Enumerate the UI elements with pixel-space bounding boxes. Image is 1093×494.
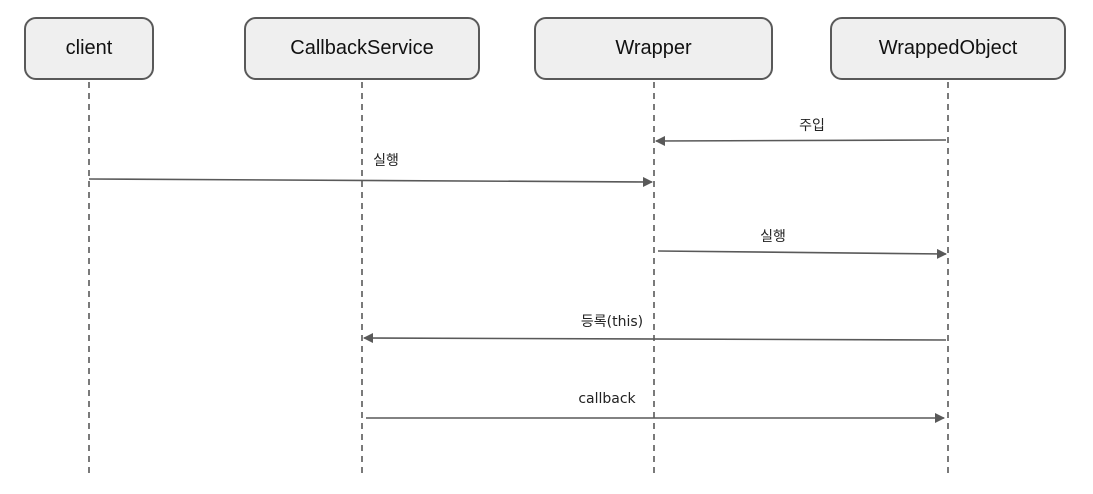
message-label-wrapper-execute: 실행	[760, 229, 786, 245]
message-label-callback: callback	[578, 391, 636, 407]
participant-client-label: client	[65, 37, 113, 59]
participant-wrapped-object-label: WrappedObject	[878, 37, 1018, 59]
participant-wrapper: Wrapper	[534, 17, 773, 80]
participant-wrapped-object: WrappedObject	[830, 17, 1066, 80]
message-arrow-inject	[655, 135, 947, 146]
message-label-inject: 주입	[799, 118, 825, 134]
message-arrow-client-execute	[88, 176, 653, 187]
sequence-diagram: client CallbackService Wrapper WrappedOb…	[0, 0, 1093, 490]
message-label-register: 등록(this)	[580, 314, 644, 330]
message-arrow-wrapper-execute	[657, 248, 947, 259]
message-arrow-register	[363, 333, 947, 344]
message-label-client-execute: 실행	[373, 153, 399, 169]
participant-client: client	[24, 17, 154, 80]
participant-wrapper-label: Wrapper	[615, 37, 692, 59]
participant-callback-service-label: CallbackService	[290, 37, 434, 59]
participant-callback-service: CallbackService	[244, 17, 480, 80]
